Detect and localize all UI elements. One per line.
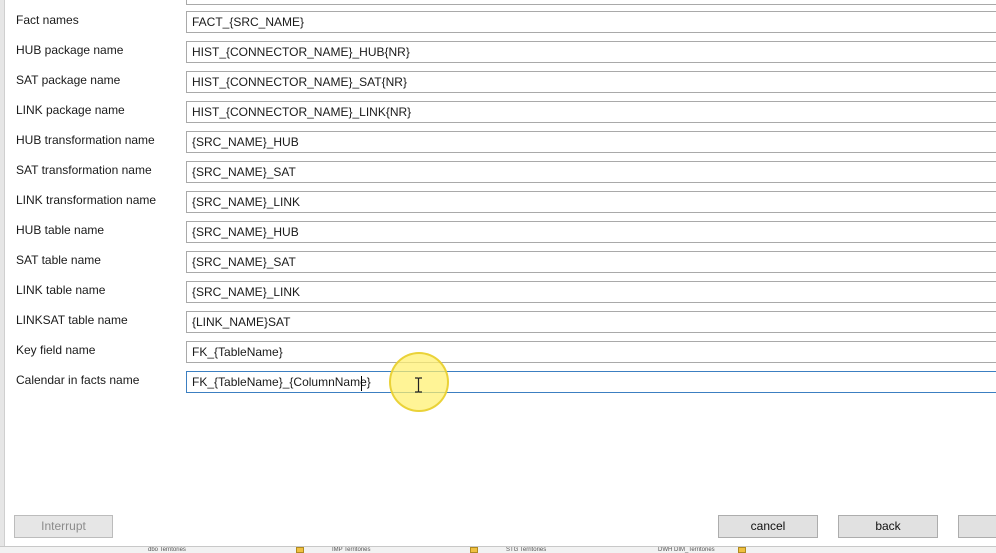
label-linksat-table-name: LINKSAT table name — [16, 313, 128, 327]
label-hub-package-name: HUB package name — [16, 43, 124, 57]
strip-item-dwh-dim-territories: DWH DIM_Territories — [658, 547, 715, 553]
key-field-name-field[interactable] — [186, 341, 996, 363]
hub-package-name-field[interactable] — [186, 41, 996, 63]
strip-item-imp-territories: IMP Territories — [332, 547, 371, 553]
strip-badge-hp — [470, 547, 478, 553]
ibeam-cursor-icon — [415, 377, 422, 393]
label-hub-transformation-name: HUB transformation name — [16, 133, 155, 147]
sat-package-name-field[interactable] — [186, 71, 996, 93]
link-table-name-field[interactable] — [186, 281, 996, 303]
label-sat-transformation-name: SAT transformation name — [16, 163, 152, 177]
hub-transformation-name-field[interactable] — [186, 131, 996, 153]
strip-badge-t — [738, 547, 746, 553]
interrupt-button[interactable]: Interrupt — [14, 515, 113, 538]
fact-names-field[interactable] — [186, 11, 996, 33]
hub-table-name-field[interactable] — [186, 221, 996, 243]
label-calendar-in-facts-name: Calendar in facts name — [16, 373, 140, 387]
calendar-in-facts-name-field[interactable] — [186, 371, 996, 393]
sat-transformation-name-field[interactable] — [186, 161, 996, 183]
label-sat-table-name: SAT table name — [16, 253, 101, 267]
window-left-edge — [0, 0, 5, 548]
label-link-transformation-name: LINK transformation name — [16, 193, 157, 207]
link-package-name-field[interactable] — [186, 101, 996, 123]
partial-field-above — [186, 0, 996, 5]
sat-table-name-field[interactable] — [186, 251, 996, 273]
strip-item-stg-territories: STG Territories — [506, 547, 547, 553]
next-button-partial[interactable] — [958, 515, 996, 538]
label-key-field-name: Key field name — [16, 343, 96, 357]
label-link-table-name: LINK table name — [16, 283, 106, 297]
strip-badge-ip — [296, 547, 304, 553]
label-sat-package-name: SAT package name — [16, 73, 121, 87]
label-fact-names: Fact names — [16, 13, 79, 27]
text-caret — [361, 376, 362, 391]
back-button[interactable]: back — [838, 515, 938, 538]
cancel-button[interactable]: cancel — [718, 515, 818, 538]
label-hub-table-name: HUB table name — [16, 223, 105, 237]
linksat-table-name-field[interactable] — [186, 311, 996, 333]
label-link-package-name: LINK package name — [16, 103, 125, 117]
strip-item-dbo-territories: dbo Territories — [148, 547, 186, 553]
link-transformation-name-field[interactable] — [186, 191, 996, 213]
